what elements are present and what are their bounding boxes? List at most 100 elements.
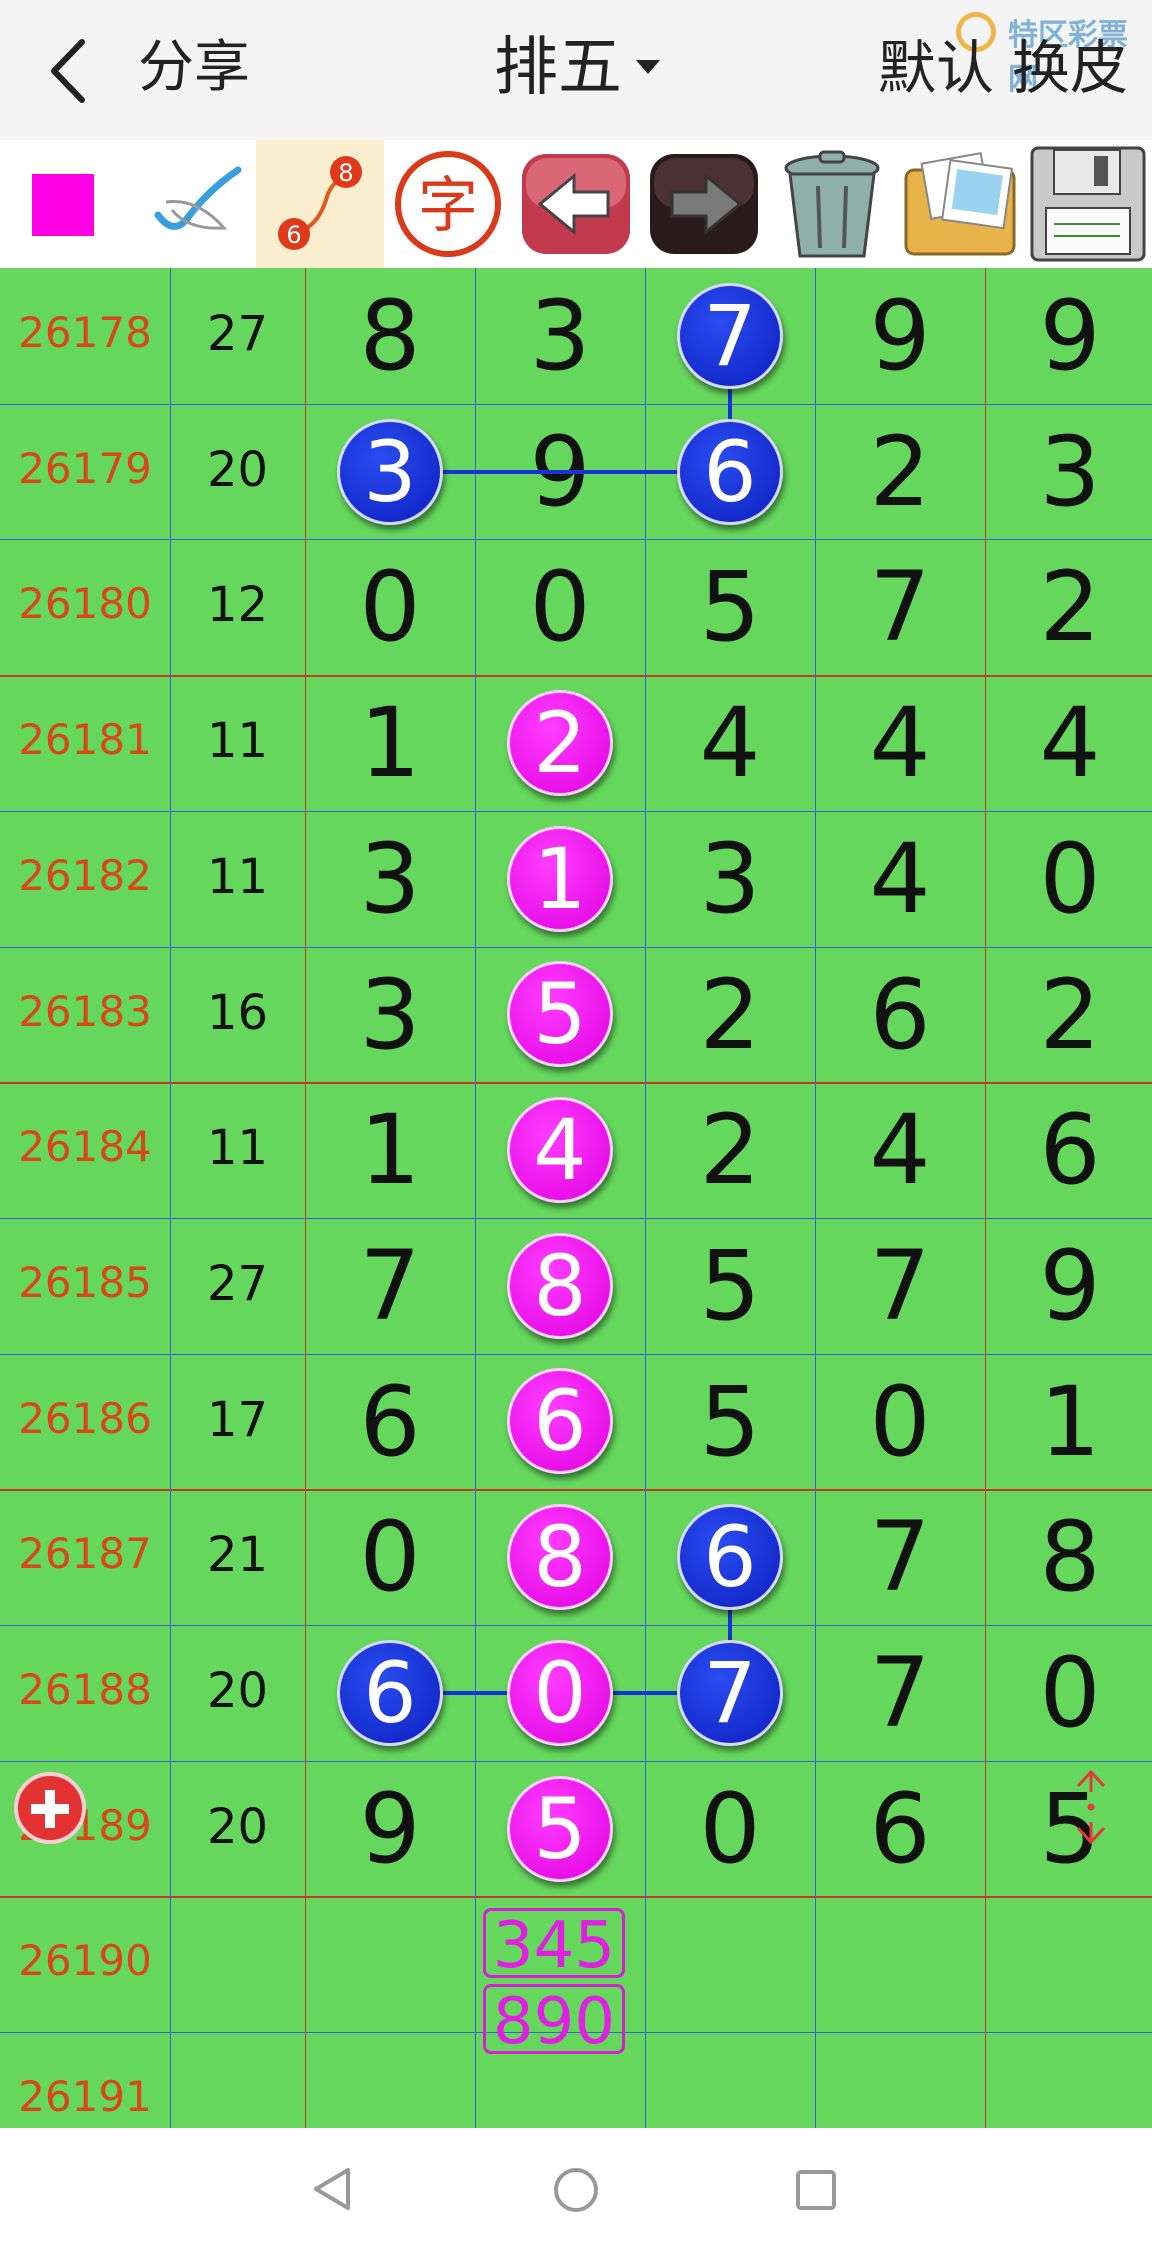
digit-cell: 3 [529, 280, 591, 392]
pink-number-ball[interactable]: 2 [507, 689, 613, 796]
digit-cell: 6 [1039, 1094, 1101, 1207]
nav-back-icon[interactable] [310, 2166, 354, 2212]
digit-cell: 0 [869, 1365, 931, 1478]
link-tool-button[interactable]: 8 6 [256, 140, 384, 268]
pink-number-ball[interactable]: 8 [507, 1504, 613, 1611]
row-divider [0, 404, 1152, 405]
row-divider [0, 1625, 1152, 1626]
blue-number-ball[interactable]: 6 [337, 1639, 443, 1746]
period-cell: 26190 [18, 1936, 152, 1986]
text-tool-button[interactable]: 字 [384, 140, 512, 268]
link-bottom-digit: 6 [286, 221, 301, 249]
sum-cell: 11 [206, 848, 269, 905]
change-skin-button[interactable]: 换皮 [1012, 32, 1128, 104]
trash-icon [784, 150, 880, 258]
char-label: 字 [418, 171, 478, 241]
row-divider [0, 1082, 1152, 1084]
row-divider [0, 1218, 1152, 1219]
period-cell: 26188 [18, 1665, 152, 1714]
digit-cell: 8 [1039, 1501, 1101, 1614]
period-cell: 26187 [18, 1529, 152, 1579]
digit-cell: 4 [1039, 687, 1101, 800]
digit-cell: 7 [869, 1501, 931, 1614]
pen-tool-button[interactable] [128, 140, 256, 268]
link-numbers-icon: 8 6 [278, 156, 362, 250]
blue-number-ball[interactable]: 3 [337, 418, 443, 525]
blue-number-ball[interactable]: 6 [677, 418, 783, 525]
save-disk-icon [1030, 146, 1146, 262]
sum-cell: 12 [206, 577, 269, 634]
save-button[interactable] [1024, 140, 1152, 268]
sum-cell: 21 [206, 1527, 269, 1584]
pink-number-ball[interactable]: 5 [507, 1775, 613, 1882]
period-cell: 26179 [18, 443, 152, 493]
digit-cell: 3 [359, 822, 421, 935]
lottery-title-dropdown[interactable]: 排五 [494, 28, 622, 108]
clear-button[interactable] [768, 140, 896, 268]
row-divider [0, 811, 1152, 812]
digit-cell: 6 [359, 1365, 421, 1478]
pink-number-ball[interactable]: 5 [507, 961, 613, 1068]
period-cell: 26180 [18, 579, 152, 629]
row-divider [0, 539, 1152, 540]
dropdown-caret-icon[interactable] [636, 60, 660, 74]
period-cell: 26184 [18, 1122, 152, 1172]
undo-icon [522, 154, 630, 254]
row-divider [0, 947, 1152, 948]
drawing-toolbar: 8 6 字 [0, 140, 1152, 268]
digit-cell: 0 [359, 551, 421, 664]
pen-icon [154, 166, 242, 230]
pink-number-ball[interactable]: 4 [507, 1097, 613, 1204]
prediction-box-2[interactable]: 890 [483, 1984, 625, 2057]
row-divider [0, 675, 1152, 677]
digit-cell: 7 [869, 1229, 931, 1342]
scroll-arrows-icon[interactable] [1066, 1762, 1116, 1852]
digit-cell: 5 [699, 1229, 761, 1342]
pink-number-ball[interactable]: 1 [507, 825, 613, 932]
sum-cell: 20 [206, 1663, 269, 1719]
digit-cell: 9 [1039, 280, 1101, 392]
digit-cell: 7 [359, 1229, 421, 1342]
color-swatch-button[interactable] [0, 140, 128, 268]
nav-recents-icon[interactable] [794, 2168, 838, 2212]
digit-cell: 0 [1039, 1637, 1101, 1749]
digit-cell: 6 [869, 958, 931, 1071]
digit-cell: 0 [529, 551, 591, 664]
sum-cell: 27 [206, 306, 269, 362]
digit-cell: 1 [359, 1094, 421, 1207]
digit-cell: 9 [869, 280, 931, 392]
pink-number-ball[interactable]: 6 [507, 1368, 613, 1475]
row-divider [0, 1761, 1152, 1762]
blue-number-ball[interactable]: 7 [677, 1639, 783, 1746]
redo-button[interactable] [640, 140, 768, 268]
nav-home-icon[interactable] [552, 2166, 600, 2214]
chevron-left-icon[interactable] [40, 36, 100, 106]
digit-cell: 8 [359, 280, 421, 392]
sum-cell: 20 [206, 1798, 269, 1855]
prediction-box-1[interactable]: 345 [483, 1908, 625, 1981]
blue-number-ball[interactable]: 7 [677, 282, 783, 389]
digit-cell: 2 [1039, 551, 1101, 664]
add-circle-icon[interactable] [14, 1772, 86, 1844]
digit-cell: 5 [699, 551, 761, 664]
sum-cell: 11 [206, 713, 269, 770]
undo-button[interactable] [512, 140, 640, 268]
pink-number-ball[interactable]: 0 [507, 1639, 613, 1746]
trend-chart-grid: 2617827837992617920396232618012005722618… [0, 268, 1152, 2128]
digit-cell: 2 [869, 415, 931, 528]
period-cell: 26191 [18, 2072, 152, 2122]
digit-cell: 5 [699, 1365, 761, 1478]
pink-number-ball[interactable]: 8 [507, 1232, 613, 1339]
row-divider [0, 1489, 1152, 1491]
system-nav-bar [0, 2128, 1152, 2248]
photos-icon [904, 152, 1016, 256]
blue-number-ball[interactable]: 6 [677, 1504, 783, 1611]
period-cell: 26186 [18, 1393, 152, 1443]
photos-button[interactable] [896, 140, 1024, 268]
period-cell: 26178 [18, 308, 152, 357]
default-skin-button[interactable]: 默认 [878, 32, 994, 104]
sum-cell: 17 [206, 1391, 269, 1448]
period-cell: 26182 [18, 850, 152, 900]
share-button[interactable]: 分享 [138, 32, 250, 104]
app-header: 分享 排五 特区彩票网 默认 换皮 [0, 0, 1152, 140]
